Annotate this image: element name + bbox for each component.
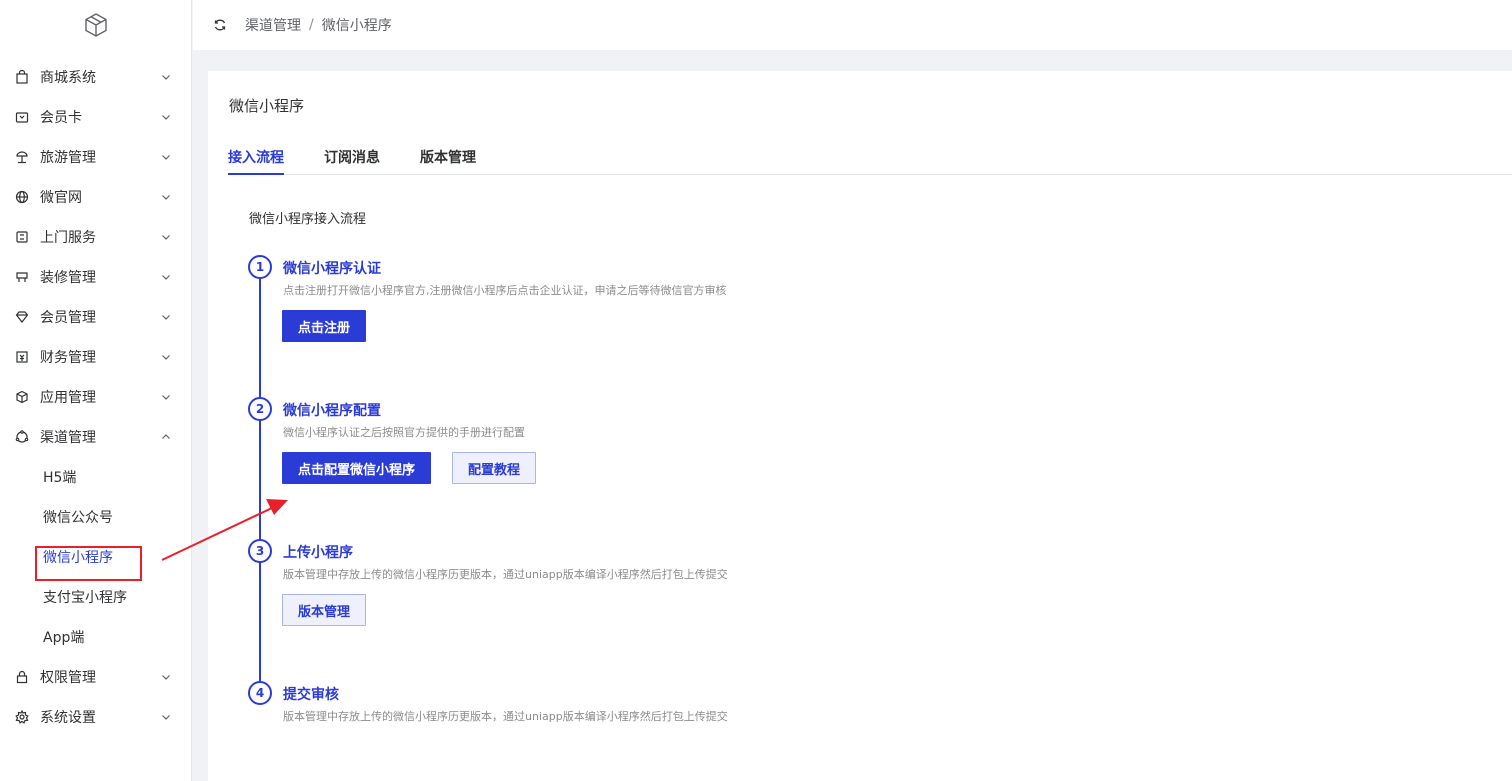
step-description: 版本管理中存放上传的微信小程序历更版本，通过uniapp版本编译小程序然后打包上…: [283, 710, 728, 723]
tab-subscription-messages[interactable]: 订阅消息: [324, 147, 380, 175]
version-management-button[interactable]: 版本管理: [282, 594, 367, 626]
sidebar-item-member-card[interactable]: 会员卡: [0, 97, 192, 137]
step-number: 2: [248, 397, 272, 421]
step-title: 上传小程序: [283, 545, 353, 561]
sidebar-item-label: 渠道管理: [40, 430, 96, 446]
sidebar-item-label: 旅游管理: [40, 150, 96, 166]
sidebar-item-permissions[interactable]: 权限管理: [0, 657, 192, 697]
sidebar-item-label: 商城系统: [40, 70, 96, 86]
tab-bar: 接入流程 订阅消息 版本管理: [228, 143, 1512, 175]
sidebar-item-label: 权限管理: [40, 670, 96, 686]
diamond-icon: [14, 309, 30, 325]
shopping-bag-icon: [14, 69, 30, 85]
page-title: 微信小程序: [229, 97, 305, 115]
chevron-down-icon: [162, 315, 170, 320]
chevron-down-icon: [162, 275, 170, 280]
gear-icon: [14, 709, 30, 725]
sidebar-item-label: 上门服务: [40, 230, 96, 246]
sidebar-subitem-wechat-miniprogram[interactable]: 微信小程序: [0, 537, 192, 577]
chevron-down-icon: [162, 675, 170, 680]
cube-icon: [14, 389, 30, 405]
step-number: 4: [248, 681, 272, 705]
register-button[interactable]: 点击注册: [282, 310, 367, 342]
step-description: 版本管理中存放上传的微信小程序历更版本，通过uniapp版本编译小程序然后打包上…: [283, 568, 728, 581]
sidebar-item-label: 微官网: [40, 190, 82, 206]
chevron-down-icon: [162, 195, 170, 200]
sidebar-item-label: 应用管理: [40, 390, 96, 406]
sidebar-item-mall[interactable]: 商城系统: [0, 57, 192, 97]
sidebar-item-channel[interactable]: 渠道管理: [0, 417, 192, 457]
sidebar-subitem-app[interactable]: App端: [0, 617, 192, 657]
sidebar-subitem-h5[interactable]: H5端: [0, 457, 192, 497]
sidebar-subitem-wechat-official[interactable]: 微信公众号: [0, 497, 192, 537]
sidebar-item-label: 财务管理: [40, 350, 96, 366]
sidebar: 商城系统 会员卡 旅游管理 微官网 上门服务 装修管理 会员管理 财务管理 应用…: [0, 0, 192, 781]
sidebar-item-member-management[interactable]: 会员管理: [0, 297, 192, 337]
lock-icon: [14, 669, 30, 685]
finance-icon: [14, 349, 30, 365]
sidebar-item-label: 装修管理: [40, 270, 96, 286]
globe-icon: [14, 189, 30, 205]
chevron-down-icon: [162, 715, 170, 720]
sidebar-subitem-label: 微信公众号: [43, 510, 113, 526]
section-title: 微信小程序接入流程: [249, 212, 367, 227]
breadcrumb-separator: /: [309, 17, 314, 33]
chevron-down-icon: [162, 235, 170, 240]
step-title: 微信小程序配置: [283, 403, 381, 419]
sidebar-item-finance[interactable]: 财务管理: [0, 337, 192, 377]
card-icon: [14, 109, 30, 125]
configure-miniprogram-button[interactable]: 点击配置微信小程序: [282, 452, 432, 484]
sidebar-subitem-alipay-miniprogram[interactable]: 支付宝小程序: [0, 577, 192, 617]
top-header: 渠道管理 / 微信小程序: [193, 0, 1512, 50]
sidebar-item-decoration[interactable]: 装修管理: [0, 257, 192, 297]
beach-umbrella-icon: [14, 149, 30, 165]
sidebar-item-label: 系统设置: [40, 710, 96, 726]
step-description: 点击注册打开微信小程序官方,注册微信小程序后点击企业认证，申请之后等待微信官方审…: [283, 284, 727, 297]
decoration-icon: [14, 269, 30, 285]
chevron-down-icon: [162, 155, 170, 160]
breadcrumb-parent[interactable]: 渠道管理: [245, 15, 301, 35]
sidebar-item-label: 会员管理: [40, 310, 96, 326]
sidebar-subitem-label: App端: [43, 630, 85, 646]
sidebar-item-label: 会员卡: [40, 110, 82, 126]
channel-icon: [14, 429, 30, 445]
sidebar-item-settings[interactable]: 系统设置: [0, 697, 192, 737]
breadcrumb-current: 微信小程序: [321, 18, 392, 34]
sidebar-item-app-management[interactable]: 应用管理: [0, 377, 192, 417]
main-card: 微信小程序 接入流程 订阅消息 版本管理 微信小程序接入流程 1 微信小程序认证…: [208, 71, 1512, 781]
chevron-down-icon: [162, 355, 170, 360]
chevron-down-icon: [162, 75, 170, 80]
step-number: 3: [248, 539, 272, 563]
tab-version-management[interactable]: 版本管理: [420, 147, 476, 175]
cube-logo-icon: [84, 13, 107, 37]
step-title: 微信小程序认证: [283, 261, 381, 277]
step-title: 提交审核: [283, 687, 339, 703]
chevron-down-icon: [162, 395, 170, 400]
service-icon: [14, 229, 30, 245]
step-number: 1: [248, 255, 272, 279]
sidebar-subitem-label: 微信小程序: [43, 550, 113, 566]
chevron-down-icon: [162, 115, 170, 120]
sidebar-item-home-service[interactable]: 上门服务: [0, 217, 192, 257]
sidebar-item-travel[interactable]: 旅游管理: [0, 137, 192, 177]
app: 商城系统 会员卡 旅游管理 微官网 上门服务 装修管理 会员管理 财务管理 应用…: [0, 0, 1512, 781]
sidebar-nav: 商城系统 会员卡 旅游管理 微官网 上门服务 装修管理 会员管理 财务管理 应用…: [0, 57, 192, 737]
logo[interactable]: [0, 0, 191, 50]
config-tutorial-button[interactable]: 配置教程: [452, 452, 537, 484]
refresh-icon[interactable]: [213, 18, 227, 32]
breadcrumb: 渠道管理 / 微信小程序: [245, 15, 392, 35]
sidebar-subitem-label: 支付宝小程序: [43, 590, 127, 606]
chevron-up-icon: [162, 434, 170, 439]
sidebar-item-micro-site[interactable]: 微官网: [0, 177, 192, 217]
tab-access-flow[interactable]: 接入流程: [228, 147, 284, 175]
timeline-line: [259, 279, 261, 692]
sidebar-subitem-label: H5端: [43, 470, 77, 486]
step-description: 微信小程序认证之后按照官方提供的手册进行配置: [283, 426, 525, 439]
